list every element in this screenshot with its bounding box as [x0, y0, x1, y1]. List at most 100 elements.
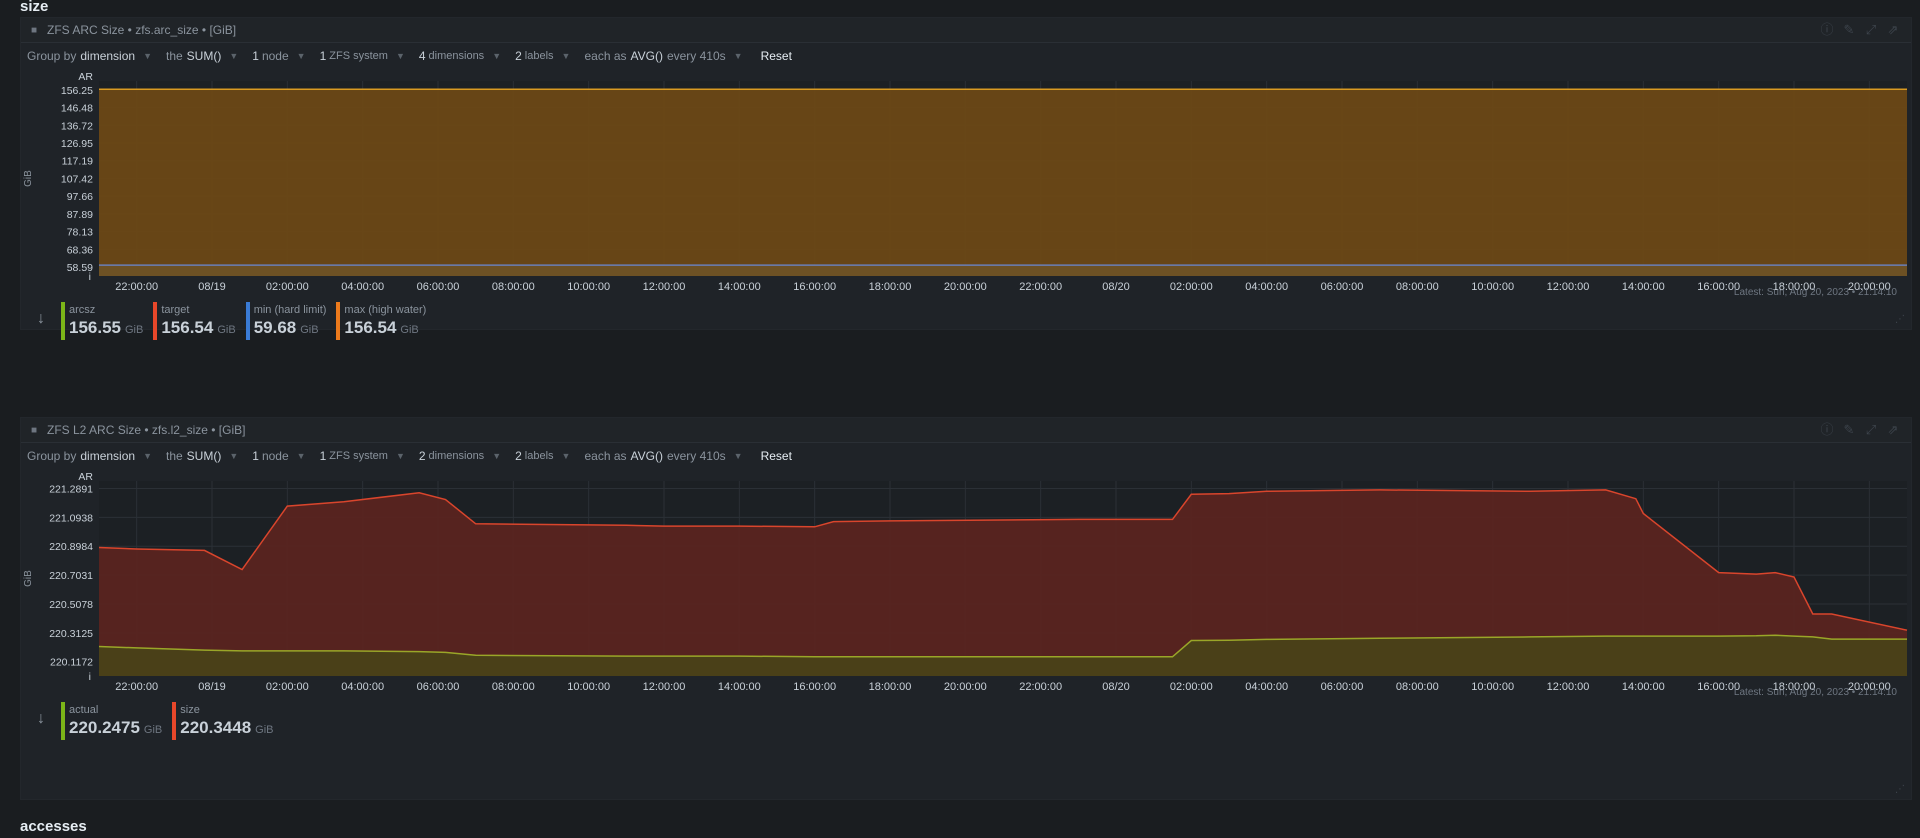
legend-name: arcsz — [69, 304, 96, 316]
time-aggregation-dropdown[interactable]: each as AVG() every 410s ▼ — [584, 449, 742, 463]
labels-dropdown[interactable]: 2 labels ▼ — [515, 449, 570, 463]
group-by-label: Group by — [27, 49, 77, 63]
annotate-icon[interactable]: ✎ — [1841, 22, 1857, 38]
info-icon[interactable]: ⓘ — [1819, 422, 1835, 438]
y-tick-label: 87.89 — [67, 209, 93, 221]
chart-area[interactable]: 22:00:00 08/19 02:00:00 04:00:00 06:00:00 08:… — [21, 469, 1911, 799]
legend-color-swatch — [245, 302, 250, 340]
chevron-down-icon: ▼ — [143, 451, 152, 461]
dimensions-dropdown[interactable]: 2 dimensions ▼ — [419, 449, 501, 463]
nodes-dropdown[interactable]: 1 node ▼ — [252, 449, 305, 463]
instances-dropdown[interactable]: 1 ZFS system ▼ — [320, 449, 405, 463]
chart-toolbar: Group by dimension ▼ the SUM() ▼ 1 node … — [21, 443, 1911, 469]
y-tick-label: 117.19 — [62, 156, 93, 168]
legend-item[interactable]: min (hard limit) 59.68 GiB — [245, 302, 327, 340]
time-aggregation-dropdown[interactable]: each as AVG() every 410s ▼ — [584, 49, 742, 63]
x-tick-label: 04:00:00 — [1245, 681, 1288, 693]
labels-dropdown[interactable]: 2 labels ▼ — [515, 49, 570, 63]
chevron-down-icon: ▼ — [296, 51, 306, 61]
x-tick-label: 14:00:00 — [718, 681, 761, 693]
x-tick-label: 08:00:00 — [492, 681, 535, 693]
legend-value-unit: GiB — [217, 324, 236, 336]
legend-item[interactable]: target 156.54 GiB — [153, 302, 236, 340]
x-tick-label: 16:00:00 — [793, 281, 836, 293]
reset-button[interactable]: Reset — [761, 449, 792, 463]
x-tick-label: 20:00:00 — [944, 681, 987, 693]
chevron-down-icon: ▼ — [733, 451, 743, 461]
labels-label: labels — [524, 450, 554, 462]
y-axis-unit: GiB — [23, 570, 34, 587]
arc-size-chart[interactable]: 22:00:00 08/19 02:00:00 04:00:00 06:00:00 08:… — [21, 69, 1911, 329]
chevron-down-icon: ▼ — [492, 451, 502, 461]
aggregation-dropdown[interactable]: the SUM() ▼ — [166, 449, 238, 463]
arc-size-panel: ■ ZFS ARC Size • zfs.arc_size • [GiB] ⓘ … — [20, 17, 1912, 340]
chart-title: ZFS L2 ARC Size • zfs.l2_size • [GiB] — [47, 423, 246, 437]
nodes-dropdown[interactable]: 1 node ▼ — [252, 49, 305, 63]
aggregation-value: SUM() — [186, 49, 222, 63]
y-axis-bottom-label: i — [89, 271, 91, 283]
y-tick-label: 97.66 — [67, 191, 93, 203]
x-tick-label: 20:00:00 — [944, 281, 987, 293]
legend-text: arcsz 156.55 GiB — [69, 302, 143, 340]
annotate-icon[interactable]: ✎ — [1841, 422, 1857, 438]
aggregation-dropdown[interactable]: the SUM() ▼ — [166, 49, 238, 63]
x-tick-label: 12:00:00 — [1547, 281, 1590, 293]
each-as-value: AVG() — [630, 449, 663, 463]
y-axis-unit: GiB — [23, 170, 34, 187]
legend-item[interactable]: actual 220.2475 GiB — [61, 702, 162, 740]
section-title-size: size — [20, 0, 49, 15]
x-tick-label: 12:00:00 — [1547, 681, 1590, 693]
legend-name: max (high water) — [344, 304, 427, 316]
x-tick-label: 10:00:00 — [567, 681, 610, 693]
legend-item[interactable]: max (high water) 156.54 GiB — [336, 302, 426, 340]
group-by-dropdown[interactable]: Group by dimension ▼ — [27, 49, 152, 63]
legend-item[interactable]: arcsz 156.55 GiB — [61, 302, 143, 340]
x-tick-label: 04:00:00 — [341, 681, 384, 693]
legend-color-swatch — [61, 302, 65, 340]
x-tick-label: 06:00:00 — [417, 681, 460, 693]
x-tick-label: 18:00:00 — [869, 681, 912, 693]
resize-handle-icon[interactable]: ⋰ — [1895, 314, 1905, 325]
x-tick-label: 08/20 — [1102, 681, 1130, 693]
resize-handle-icon[interactable]: ⋰ — [1895, 784, 1905, 795]
legend-text: min (hard limit) 59.68 GiB — [254, 302, 327, 340]
collapse-arrow-icon[interactable]: ↓ — [21, 310, 61, 328]
x-tick-label: 08/19 — [198, 281, 226, 293]
legend-color-swatch — [61, 702, 65, 740]
each-as-label: each as — [584, 49, 627, 63]
legend-value-number: 156.54 — [161, 318, 214, 337]
fullscreen-icon[interactable]: ⤢ — [1863, 22, 1879, 38]
nodes-count: 1 — [252, 49, 259, 63]
y-tick-label: 220.8984 — [49, 541, 93, 553]
group-by-dropdown[interactable]: Group by dimension ▼ — [27, 449, 152, 463]
y-tick-label: 156.25 — [61, 85, 93, 97]
legend-color-swatch — [336, 302, 341, 340]
legend-value-number: 220.3448 — [180, 718, 252, 737]
latest-timestamp: Latest: Sun, Aug 20, 2023 • 21:14:10 — [1733, 687, 1897, 698]
legend-value-number: 59.68 — [253, 318, 297, 337]
y-tick-label: 126.95 — [61, 138, 93, 150]
reset-button[interactable]: Reset — [761, 49, 792, 63]
systems-label: ZFS system — [329, 50, 388, 62]
instances-dropdown[interactable]: 1 ZFS system ▼ — [320, 49, 405, 63]
x-tick-label: 10:00:00 — [567, 281, 610, 293]
chart-area[interactable]: 22:00:00 08/19 02:00:00 04:00:00 06:00:00 08:… — [21, 69, 1911, 340]
y-tick-label: 221.0938 — [49, 512, 93, 524]
legend-item[interactable]: size 220.3448 GiB — [172, 702, 274, 740]
nodes-count: 1 — [252, 449, 259, 463]
collapse-arrow-icon[interactable]: ↓ — [21, 710, 61, 728]
legend-value-unit: GiB — [400, 324, 419, 336]
dimensions-dropdown[interactable]: 4 dimensions ▼ — [419, 49, 501, 63]
x-tick-label: 08:00:00 — [1396, 281, 1439, 293]
x-tick-label: 22:00:00 — [115, 681, 158, 693]
fullscreen-icon[interactable]: ⤢ — [1863, 422, 1879, 438]
legend-name: min (hard limit) — [253, 304, 327, 316]
y-tick-label: 220.1172 — [50, 657, 93, 669]
x-tick-label: 02:00:00 — [266, 281, 309, 293]
l2arc-size-chart[interactable]: 22:00:00 08/19 02:00:00 04:00:00 06:00:00 08:… — [21, 469, 1911, 729]
each-as-value: AVG() — [630, 49, 663, 63]
share-icon[interactable]: ⇗ — [1885, 22, 1901, 38]
info-icon[interactable]: ⓘ — [1819, 22, 1835, 38]
chart-legend: ↓ actual 220.2475 GiB size 220.3448 GiB — [21, 702, 284, 740]
share-icon[interactable]: ⇗ — [1885, 422, 1901, 438]
